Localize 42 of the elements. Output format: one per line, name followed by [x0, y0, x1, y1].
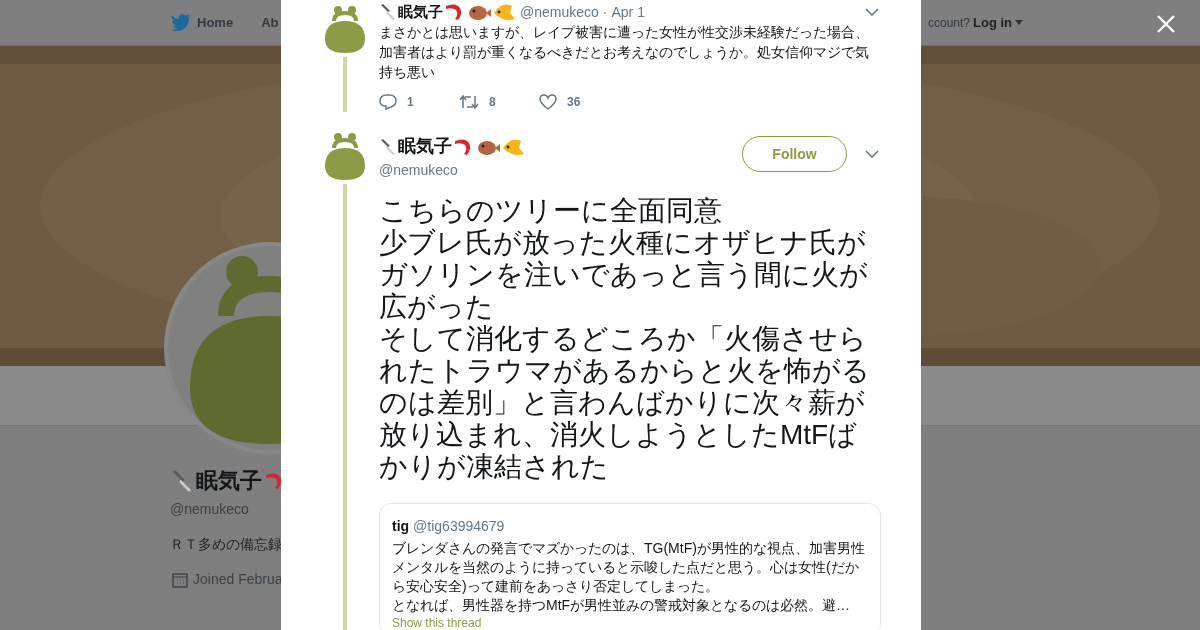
- user-handle[interactable]: @nemukeco: [379, 160, 525, 181]
- pufferfish-icon: [467, 3, 491, 21]
- tweet-text: まさかとは思いますが、レイプ被害に遭った女性が性交渉未経験だった場合、加害者はより罰が重くなるべきだとお考えなのでしょうか。処女信仰マジで気持ち悪い: [379, 23, 870, 82]
- tweet-time[interactable]: Apr 1: [611, 1, 645, 23]
- profile-name: 眠気子: [196, 467, 262, 495]
- retweet-button[interactable]: 8: [459, 93, 539, 111]
- quoted-tweet-card[interactable]: tig @tig63994679 ブレンダさんの発言でマズかったのは、TG(MtF)が男性的な視点、加害男性メンタルを当然のように持っていると示唆した点だと思う。心は女性(だから安心安全)って建前をあっさり否定してしまった。 となれば、男性器を持つMtFが男性並みの警戒対象となるのは必然。避… Show this thread: [379, 503, 881, 630]
- joined-date: Joined Februa: [193, 570, 283, 589]
- knife-icon: [170, 468, 194, 493]
- knife-icon: [379, 3, 397, 21]
- bird-icon: [171, 14, 191, 31]
- quoted-author-name: tig: [392, 517, 410, 536]
- nav-link[interactable]: Ab: [261, 12, 279, 33]
- separator-dot: ·: [602, 2, 608, 22]
- retweet-icon: [459, 94, 479, 110]
- knife-icon: [379, 137, 397, 156]
- display-name[interactable]: 眠気子: [398, 133, 452, 160]
- chevron-down-icon[interactable]: [865, 8, 879, 16]
- login-link[interactable]: Log in: [973, 12, 1023, 33]
- quoted-author-handle: @tig63994679: [413, 517, 505, 536]
- profile-bio: ＲＴ多めの備忘録: [170, 535, 282, 554]
- tweet-text: そして消化するどころか「火傷させられたトラウマがあるからと火を怖がるのは差別」と言わんばかりに次々薪が放り込まれ、消火しようとしたMtFばかりが凍結された: [379, 323, 871, 483]
- close-icon: [1157, 15, 1175, 33]
- purse-avatar[interactable]: [323, 132, 367, 180]
- quoted-tweet-text: ブレンダさんの発言でマズかったのは、TG(MtF)が男性的な視点、加害男性メンタルを当然のように持っていると示唆した点だと思う。心は女性(だから安心安全)って建前をあっさり否定してしまった。: [392, 539, 866, 596]
- show-thread-link[interactable]: Show this thread: [392, 616, 868, 630]
- calendar-icon: [172, 571, 188, 588]
- profile-handle: @nemukeco: [170, 500, 249, 519]
- display-name[interactable]: 眠気子: [398, 0, 443, 24]
- caret-icon: [1015, 20, 1023, 25]
- quoted-tweet-text: となれば、男性器を持つMtFが男性並みの警戒対象となるのは必然。避…: [392, 596, 852, 615]
- heart-icon: [539, 94, 557, 110]
- purse-avatar[interactable]: [323, 5, 367, 53]
- nav-link[interactable]: Home: [171, 12, 234, 33]
- tweet-text: 少ブレ氏が放った火種にオザヒナ氏がガソリンを注いであっと言う間に火が広がった: [379, 227, 869, 323]
- reply-button[interactable]: 1: [379, 93, 459, 111]
- tweet-text: こちらのツリーに全面同意: [379, 195, 723, 227]
- user-handle[interactable]: @nemukeco: [520, 1, 599, 23]
- like-button[interactable]: 36: [539, 93, 581, 111]
- comment-icon: [379, 94, 397, 110]
- account-prompt: ccount?: [927, 14, 970, 32]
- chevron-down-icon[interactable]: [865, 150, 879, 158]
